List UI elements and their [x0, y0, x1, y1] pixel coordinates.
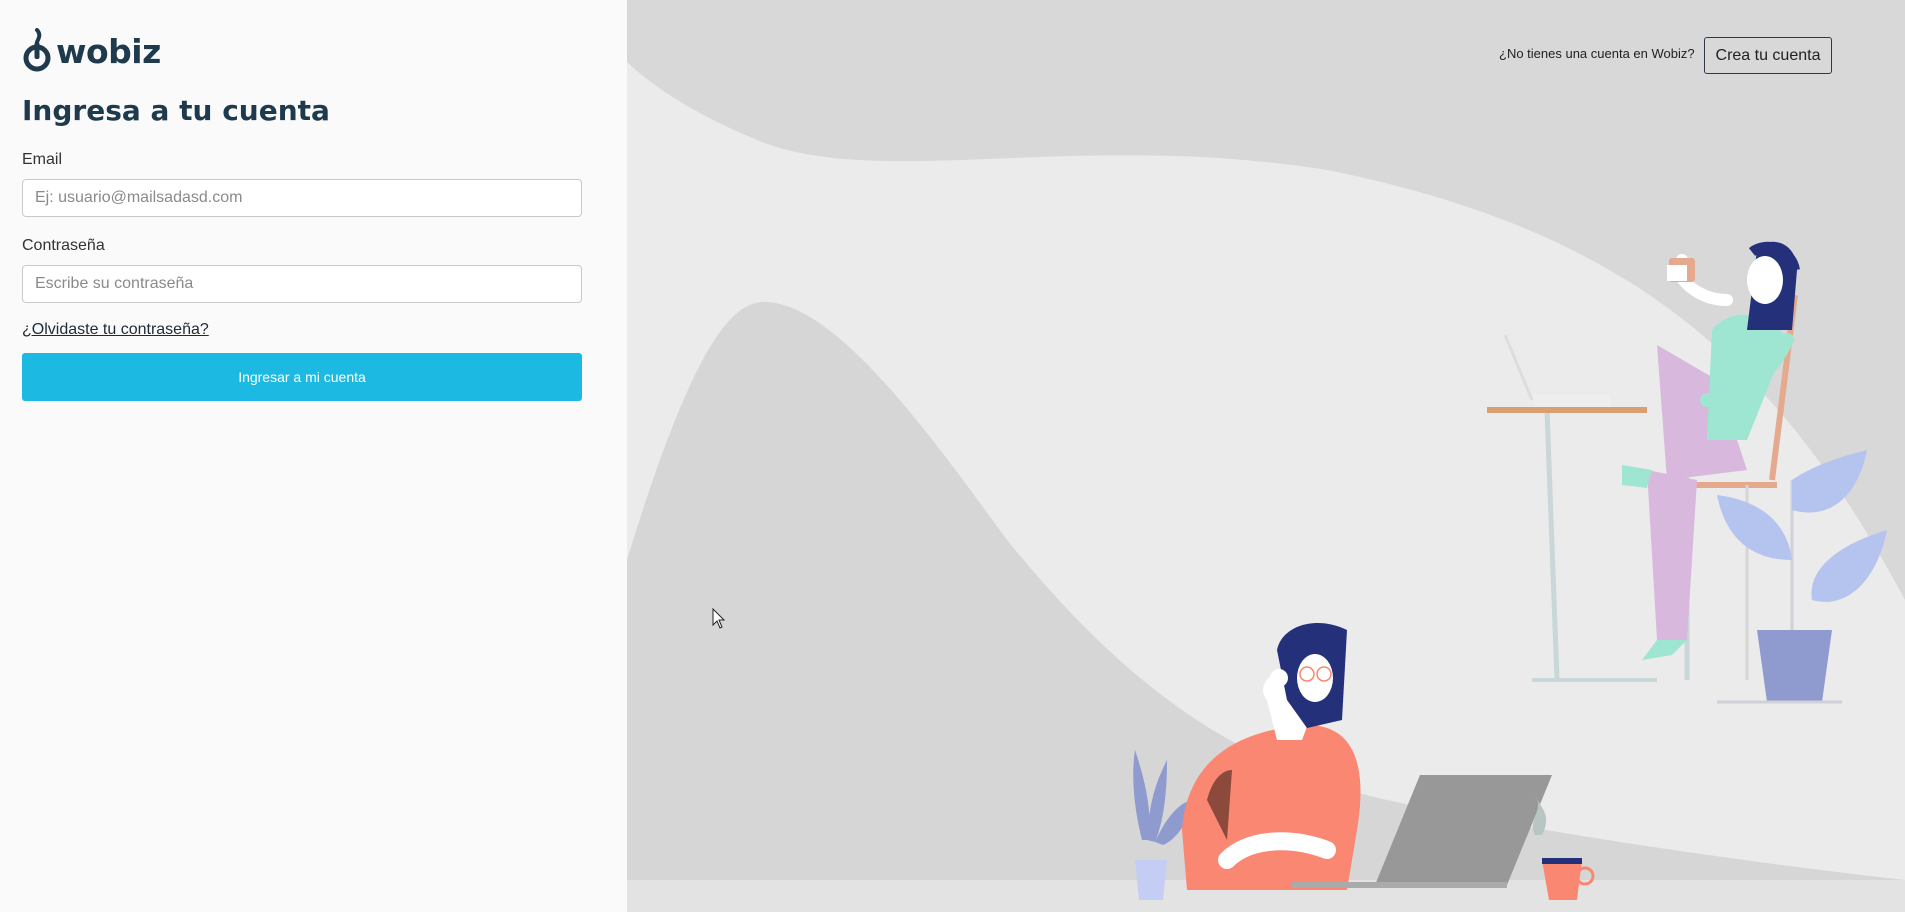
wobiz-logo-icon — [23, 28, 51, 72]
workspace-illustration — [627, 0, 1905, 912]
password-label: Contraseña — [22, 237, 105, 254]
email-input[interactable] — [22, 179, 582, 217]
signup-prompt: ¿No tienes una cuenta en Wobiz? — [1499, 46, 1695, 61]
login-panel: wobiz Ingresa a tu cuenta Email Contrase… — [0, 0, 627, 912]
create-account-button[interactable]: Crea tu cuenta — [1704, 37, 1832, 74]
wobiz-logo[interactable]: wobiz — [22, 28, 161, 74]
password-input[interactable] — [22, 265, 582, 303]
email-label: Email — [22, 151, 63, 168]
page-title: Ingresa a tu cuenta — [22, 94, 330, 127]
mouse-cursor-icon — [712, 608, 726, 629]
brand-name: wobiz — [56, 31, 161, 71]
login-submit-button[interactable]: Ingresar a mi cuenta — [22, 353, 582, 401]
forgot-password-link[interactable]: ¿Olvidaste tu contraseña? — [22, 321, 209, 339]
illustration-panel: ¿No tienes una cuenta en Wobiz? Crea tu … — [627, 0, 1905, 912]
